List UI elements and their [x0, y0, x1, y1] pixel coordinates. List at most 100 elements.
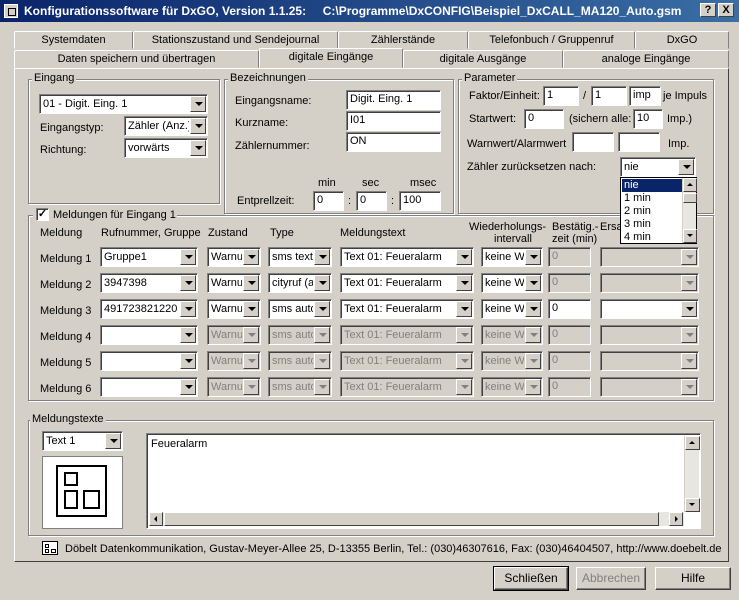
- chevron-down-icon[interactable]: [456, 249, 472, 265]
- chevron-down-icon[interactable]: [190, 140, 206, 156]
- chevron-down-icon[interactable]: [314, 301, 330, 317]
- chevron-down-icon[interactable]: [314, 327, 330, 343]
- bestaetigung-input[interactable]: 0: [548, 377, 591, 397]
- rufnummer-select[interactable]: 3947398: [100, 273, 198, 293]
- kurzname-input[interactable]: I01: [346, 111, 441, 131]
- tab-digitale-eingaenge[interactable]: digitale Eingänge: [259, 48, 403, 68]
- startwert-input[interactable]: 0: [524, 109, 564, 129]
- abbrechen-button[interactable]: Abbrechen: [576, 567, 646, 590]
- wiederholung-select[interactable]: keine W: [481, 247, 543, 267]
- chevron-down-icon[interactable]: [681, 327, 697, 343]
- chevron-down-icon[interactable]: [456, 379, 472, 395]
- type-select[interactable]: cityruf (al: [268, 273, 332, 293]
- chevron-down-icon[interactable]: [525, 275, 541, 291]
- chevron-down-icon[interactable]: [190, 118, 206, 134]
- tab-analoge-eingaenge[interactable]: analoge Eingänge: [563, 50, 729, 68]
- chevron-down-icon[interactable]: [456, 353, 472, 369]
- type-select[interactable]: sms auto: [268, 325, 332, 345]
- eingangsname-input[interactable]: Digit. Eing. 1: [346, 90, 441, 110]
- meldungen-checkbox-area[interactable]: ✓ Meldungen für Eingang 1: [33, 208, 177, 222]
- chevron-down-icon[interactable]: [243, 327, 259, 343]
- reset-dropdown-list[interactable]: nie 1 min 2 min 3 min 4 min: [620, 177, 697, 244]
- chevron-down-icon[interactable]: [190, 96, 206, 112]
- chevron-down-icon[interactable]: [681, 249, 697, 265]
- faktor-b-input[interactable]: 1: [591, 86, 627, 106]
- hilfe-button[interactable]: Hilfe: [655, 567, 731, 590]
- hscroll-thumb[interactable]: [164, 512, 659, 526]
- scroll-left-icon[interactable]: [149, 512, 163, 526]
- ersatz-select[interactable]: [600, 325, 699, 345]
- bestaetigung-input[interactable]: 0: [548, 247, 591, 267]
- textarea-hscroll[interactable]: [149, 512, 684, 526]
- chevron-down-icon[interactable]: [681, 275, 697, 291]
- eingangstyp-select[interactable]: Zähler (Anz.): [124, 116, 208, 136]
- chevron-down-icon[interactable]: [105, 433, 121, 449]
- chevron-down-icon[interactable]: [243, 353, 259, 369]
- chevron-down-icon[interactable]: [525, 301, 541, 317]
- ersatz-select[interactable]: [600, 299, 699, 319]
- tab-systemdaten[interactable]: Systemdaten: [14, 31, 133, 49]
- chevron-down-icon[interactable]: [243, 275, 259, 291]
- chevron-down-icon[interactable]: [314, 275, 330, 291]
- zustand-select[interactable]: Warnu: [207, 299, 261, 319]
- chevron-down-icon[interactable]: [243, 379, 259, 395]
- chevron-down-icon[interactable]: [525, 353, 541, 369]
- bestaetigung-input[interactable]: 0: [548, 299, 591, 319]
- entprell-sec-input[interactable]: 0: [356, 191, 387, 211]
- rufnummer-select[interactable]: [100, 377, 198, 397]
- meldungstext-select[interactable]: Text 01: Feueralarm: [340, 377, 474, 397]
- zustand-select[interactable]: Warnu: [207, 273, 261, 293]
- type-select[interactable]: sms auto: [268, 377, 332, 397]
- chevron-down-icon[interactable]: [456, 275, 472, 291]
- meldungstext-select[interactable]: Text 01: Feueralarm: [340, 273, 474, 293]
- dropdown-scrollbar[interactable]: [682, 178, 697, 243]
- tab-daten-speichern[interactable]: Daten speichern und übertragen: [14, 50, 259, 68]
- zustand-select[interactable]: Warnu: [207, 247, 261, 267]
- tab-digitale-ausgaenge[interactable]: digitale Ausgänge: [403, 50, 563, 68]
- type-select[interactable]: sms text: [268, 247, 332, 267]
- richtung-select[interactable]: vorwärts: [124, 138, 208, 158]
- meldungstext-select[interactable]: Text 01: Feueralarm: [340, 299, 474, 319]
- entprell-min-input[interactable]: 0: [313, 191, 344, 211]
- rufnummer-select[interactable]: 491723821220: [100, 299, 198, 319]
- bestaetigung-input[interactable]: 0: [548, 273, 591, 293]
- meldungen-checkbox[interactable]: ✓: [36, 208, 49, 221]
- zustand-select[interactable]: Warnu: [207, 325, 261, 345]
- wiederholung-select[interactable]: keine W: [481, 299, 543, 319]
- chevron-down-icon[interactable]: [180, 301, 196, 317]
- meldungstext-select[interactable]: Text 01: Feueralarm: [340, 351, 474, 371]
- reset-option[interactable]: 4 min: [622, 231, 682, 244]
- bestaetigung-input[interactable]: 0: [548, 325, 591, 345]
- tab-telefonbuch[interactable]: Telefonbuch / Gruppenruf: [468, 31, 635, 49]
- eingang-select[interactable]: 01 - Digit. Eing. 1: [39, 94, 208, 114]
- meldungstext-select[interactable]: Text 01: Feueralarm: [340, 247, 474, 267]
- scroll-up-icon[interactable]: [683, 178, 697, 192]
- zaehlernummer-input[interactable]: ON: [346, 132, 441, 152]
- bestaetigung-input[interactable]: 0: [548, 351, 591, 371]
- chevron-down-icon[interactable]: [456, 327, 472, 343]
- wiederholung-select[interactable]: keine W: [481, 325, 543, 345]
- reset-option[interactable]: 3 min: [622, 218, 682, 231]
- reset-option[interactable]: 2 min: [622, 205, 682, 218]
- type-select[interactable]: sms auto: [268, 299, 332, 319]
- chevron-down-icon[interactable]: [180, 249, 196, 265]
- tab-stationszustand[interactable]: Stationszustand und Sendejournal: [133, 31, 338, 49]
- chevron-down-icon[interactable]: [681, 353, 697, 369]
- alarmwert-input[interactable]: [618, 132, 660, 152]
- chevron-down-icon[interactable]: [180, 275, 196, 291]
- scroll-up-icon[interactable]: [685, 436, 700, 450]
- chevron-down-icon[interactable]: [678, 159, 694, 175]
- faktor-a-input[interactable]: 1: [543, 86, 579, 106]
- chevron-down-icon[interactable]: [180, 379, 196, 395]
- chevron-down-icon[interactable]: [180, 353, 196, 369]
- entprell-msec-input[interactable]: 100: [399, 191, 441, 211]
- zustand-select[interactable]: Warnu: [207, 377, 261, 397]
- chevron-down-icon[interactable]: [525, 379, 541, 395]
- meldungstext-textarea[interactable]: Feueralarm: [146, 433, 701, 529]
- warnwert-input[interactable]: [572, 132, 614, 152]
- scroll-down-icon[interactable]: [683, 229, 697, 243]
- help-title-button[interactable]: ?: [700, 3, 716, 17]
- scroll-thumb[interactable]: [683, 193, 697, 203]
- chevron-down-icon[interactable]: [525, 249, 541, 265]
- scroll-down-icon[interactable]: [685, 498, 700, 512]
